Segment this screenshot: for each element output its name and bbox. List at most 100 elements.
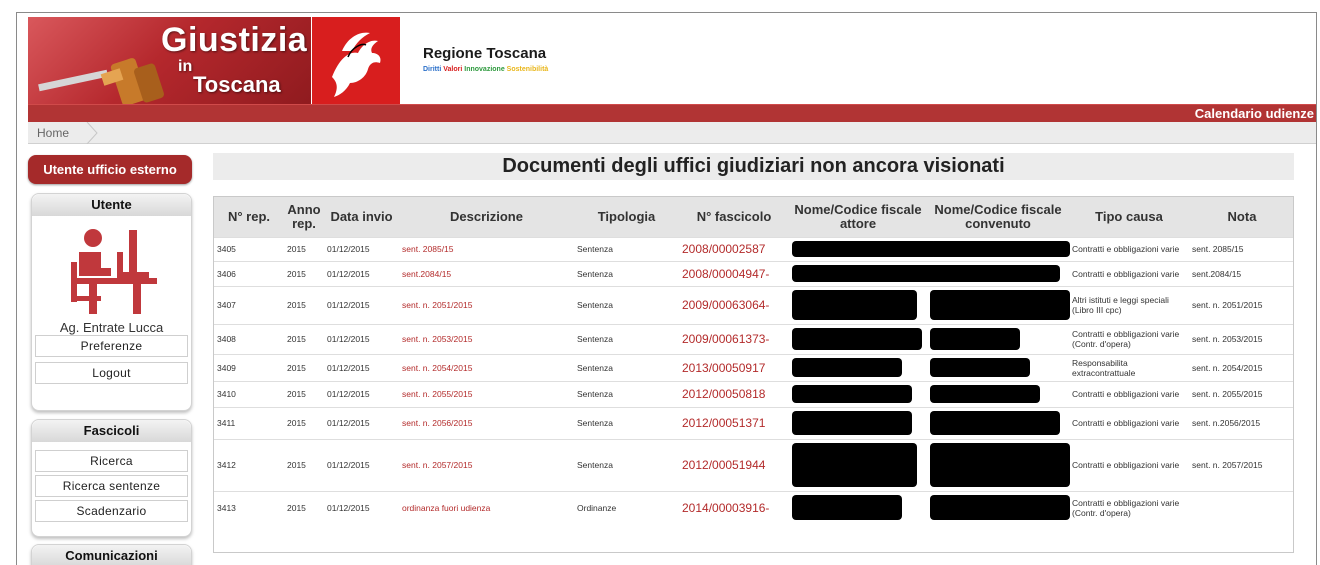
col-header[interactable]: Nome/Codice fiscale attore — [789, 197, 927, 237]
cell-file-number-link[interactable]: 2009/00061373- — [679, 323, 789, 354]
cell-description-link[interactable]: sent. n. 2055/2015 — [399, 380, 574, 407]
col-header[interactable]: Nota — [1189, 197, 1293, 237]
cell-description-link[interactable]: sent.2084/15 — [399, 260, 574, 286]
table-row[interactable]: 3407 2015 01/12/2015 sent. n. 2051/2015 Sent… — [214, 285, 1293, 324]
redaction-mark — [792, 411, 912, 435]
table-header-row: N° rep. Anno rep. Data invio Descrizione… — [214, 197, 1293, 237]
table-row[interactable]: 3410 2015 01/12/2015 sent. n. 2055/2015 Sent… — [214, 380, 1293, 407]
cell-plaintiff-redacted — [789, 353, 927, 381]
fascicoli-panel: Fascicoli Ricerca Ricerca sentenze Scade… — [31, 419, 192, 537]
cell-date: 01/12/2015 — [324, 490, 399, 524]
documents-table: N° rep. Anno rep. Data invio Descrizione… — [213, 196, 1294, 553]
cell-description-link[interactable]: sent. n. 2056/2015 — [399, 406, 574, 439]
user-name: Ag. Entrate Lucca — [59, 320, 164, 335]
col-header[interactable]: N° rep. — [214, 197, 284, 237]
cell-plaintiff-redacted — [789, 438, 927, 491]
fascicoli-panel-title: Fascicoli — [32, 420, 191, 442]
cell-rep: 3407 — [214, 285, 284, 324]
cell-anno: 2015 — [284, 236, 324, 261]
cell-file-number-link[interactable]: 2013/00050917 — [679, 353, 789, 381]
table-row[interactable]: 3406 2015 01/12/2015 sent.2084/15 Sentenza 20… — [214, 260, 1293, 286]
cell-rep: 3410 — [214, 380, 284, 407]
cell-rep: 3408 — [214, 323, 284, 354]
table-row[interactable]: 3411 2015 01/12/2015 sent. n. 2056/2015 Sent… — [214, 406, 1293, 439]
cell-description-link[interactable]: ordinanza fuori udienza — [399, 490, 574, 524]
table-row[interactable]: 3408 2015 01/12/2015 sent. n. 2053/2015 Sent… — [214, 323, 1293, 354]
cell-anno: 2015 — [284, 490, 324, 524]
user-panel: Utente Ag. Entrate Lucca Preferenze Logo… — [31, 193, 192, 411]
cell-type: Sentenza — [574, 260, 679, 286]
table-row[interactable]: 3412 2015 01/12/2015 sent. n. 2057/2015 Sent… — [214, 438, 1293, 491]
motto-word: Diritti — [423, 66, 442, 73]
cell-anno: 2015 — [284, 260, 324, 286]
cell-note: sent. n. 2057/2015 — [1189, 438, 1293, 491]
redaction-mark — [930, 495, 1070, 521]
cell-note: sent. n. 2051/2015 — [1189, 285, 1293, 324]
cell-note: sent. n. 2054/2015 — [1189, 353, 1293, 381]
cell-plaintiff-redacted — [789, 380, 927, 407]
col-header[interactable]: Anno rep. — [284, 197, 324, 237]
giustizia-logo[interactable]: Giustizia in Toscana — [28, 17, 311, 113]
logo-region: Toscana — [193, 72, 281, 97]
cell-anno: 2015 — [284, 353, 324, 381]
col-header[interactable]: Tipo causa — [1069, 197, 1189, 237]
cell-defendant-redacted — [927, 380, 1069, 407]
cell-note: sent. 2085/15 — [1189, 236, 1293, 261]
search-link[interactable]: Ricerca — [35, 450, 188, 472]
cell-note: sent.2084/15 — [1189, 260, 1293, 286]
cell-description-link[interactable]: sent. 2085/15 — [399, 236, 574, 261]
col-header[interactable]: N° fascicolo — [679, 197, 789, 237]
search-sentences-link[interactable]: Ricerca sentenze — [35, 475, 188, 497]
cell-date: 01/12/2015 — [324, 285, 399, 324]
cell-type: Sentenza — [574, 285, 679, 324]
table-row[interactable]: 3409 2015 01/12/2015 sent. n. 2054/2015 Sent… — [214, 353, 1293, 381]
cell-case-type: Contratti e obbligazioni varie — [1069, 380, 1189, 407]
cell-file-number-link[interactable]: 2009/00063064- — [679, 285, 789, 324]
cell-description-link[interactable]: sent. n. 2053/2015 — [399, 323, 574, 354]
cell-plaintiff-redacted — [789, 406, 927, 439]
top-nav-bar: Calendario udienze — [28, 104, 1316, 122]
cell-plaintiff-redacted — [789, 260, 942, 286]
deadlines-link[interactable]: Scadenzario — [35, 500, 188, 522]
pegasus-icon — [332, 32, 381, 97]
cell-file-number-link[interactable]: 2008/00004947- — [679, 260, 789, 286]
redaction-mark — [792, 495, 902, 521]
redaction-mark — [930, 265, 1060, 282]
cell-file-number-link[interactable]: 2012/00051371 — [679, 406, 789, 439]
redaction-mark — [930, 358, 1030, 377]
cell-file-number-link[interactable]: 2014/00003916- — [679, 490, 789, 524]
cell-description-link[interactable]: sent. n. 2051/2015 — [399, 285, 574, 324]
table-row[interactable]: 3413 2015 01/12/2015 ordinanza fuori udienz… — [214, 490, 1293, 524]
cell-file-number-link[interactable]: 2012/00050818 — [679, 380, 789, 407]
col-header[interactable]: Descrizione — [399, 197, 574, 237]
cell-anno: 2015 — [284, 380, 324, 407]
breadcrumb-home[interactable]: Home — [37, 126, 69, 140]
cell-date: 01/12/2015 — [324, 236, 399, 261]
cell-description-link[interactable]: sent. n. 2054/2015 — [399, 353, 574, 381]
cell-case-type: Altri istituti e leggi speciali (Libro I… — [1069, 285, 1189, 324]
calendar-link[interactable]: Calendario udienze — [1195, 106, 1314, 121]
cell-defendant-redacted — [927, 260, 1069, 286]
col-header[interactable]: Nome/Codice fiscale convenuto — [927, 197, 1069, 237]
cell-defendant-redacted — [927, 353, 1069, 381]
desk-user-icon — [70, 229, 157, 314]
cell-date: 01/12/2015 — [324, 380, 399, 407]
cell-case-type: Contratti e obbligazioni varie — [1069, 406, 1189, 439]
cell-file-number-link[interactable]: 2008/00002587 — [679, 236, 789, 261]
preferences-link[interactable]: Preferenze — [35, 335, 188, 357]
col-header[interactable]: Tipologia — [574, 197, 679, 237]
logo-title: Giustizia — [161, 21, 308, 59]
comunicazioni-panel: Comunicazioni — [31, 544, 192, 565]
cell-rep: 3409 — [214, 353, 284, 381]
page-title: Documenti degli uffici giudiziari non an… — [213, 153, 1294, 180]
col-header[interactable]: Data invio — [324, 197, 399, 237]
table-row[interactable]: 3405 2015 01/12/2015 sent. 2085/15 Sentenza 2… — [214, 236, 1293, 261]
cell-case-type: Contratti e obbligazioni varie — [1069, 260, 1189, 286]
cell-file-number-link[interactable]: 2012/00051944 — [679, 438, 789, 491]
cell-date: 01/12/2015 — [324, 438, 399, 491]
user-panel-title: Utente — [32, 194, 191, 216]
logout-link[interactable]: Logout — [35, 362, 188, 384]
user-type-button[interactable]: Utente ufficio esterno — [28, 155, 192, 184]
breadcrumb: Home — [28, 122, 1316, 144]
cell-description-link[interactable]: sent. n. 2057/2015 — [399, 438, 574, 491]
